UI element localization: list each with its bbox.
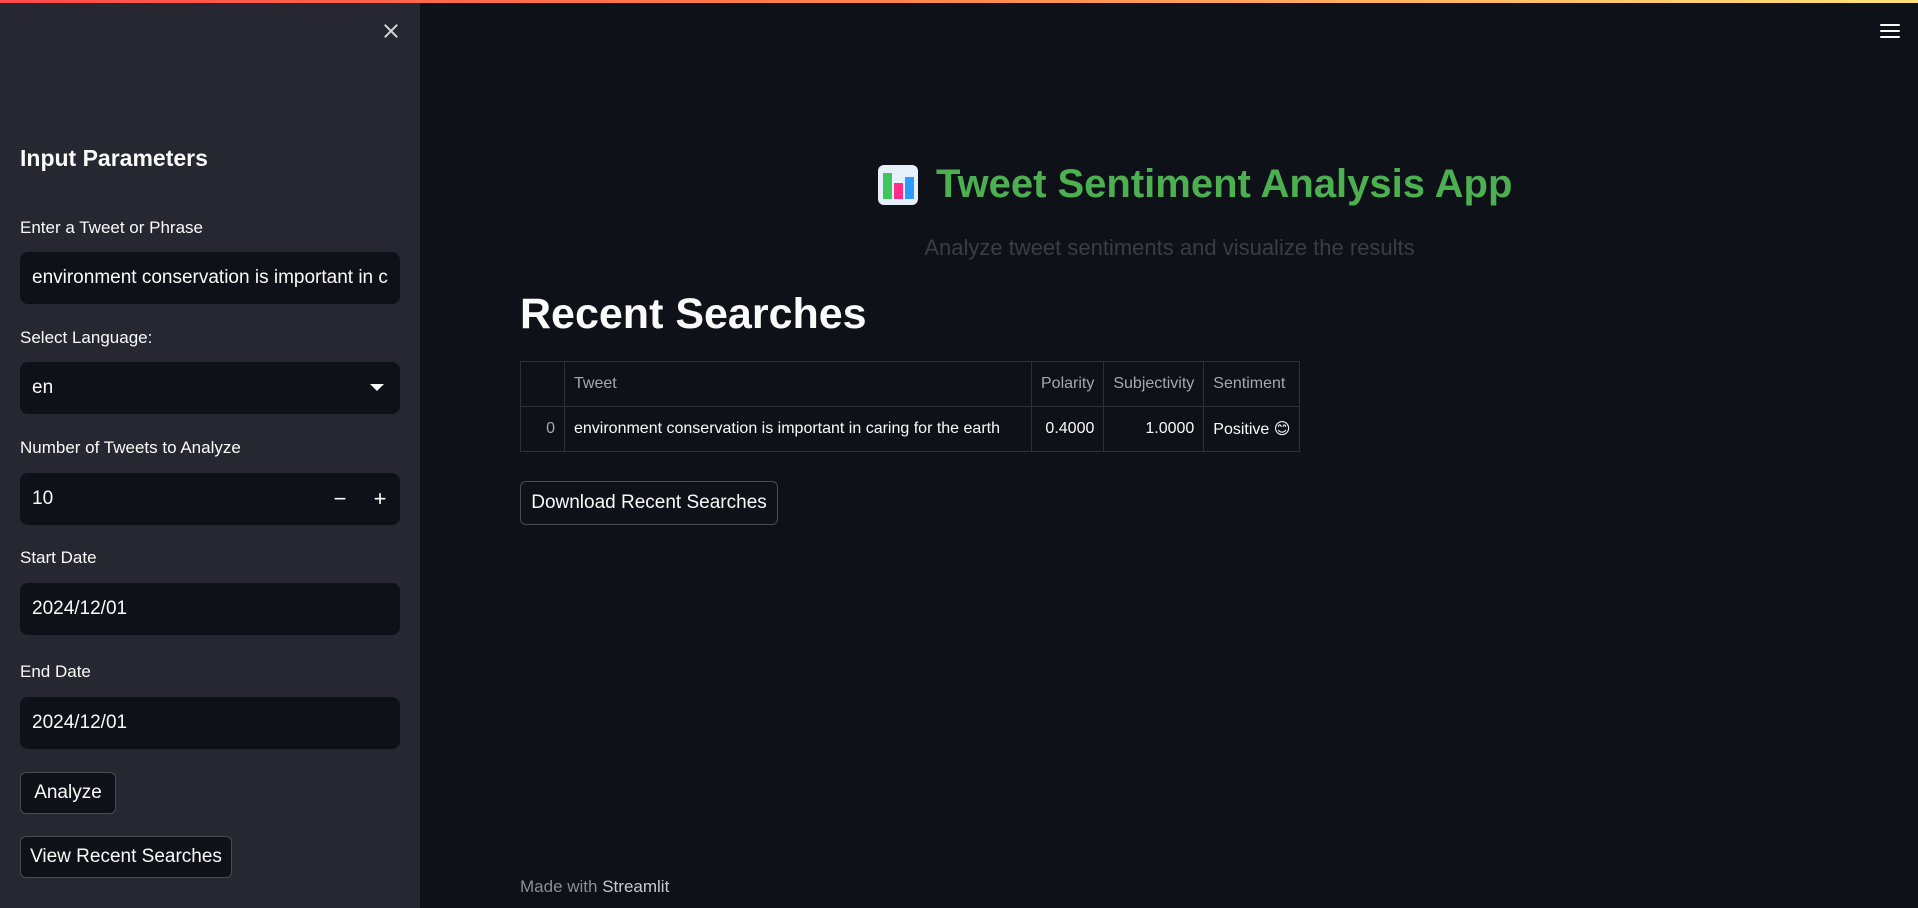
download-recent-searches-button[interactable]: Download Recent Searches [520,481,778,525]
end-date-input[interactable] [32,712,388,734]
table-header-row: Tweet Polarity Subjectivity Sentiment [520,361,1301,407]
subjectivity-cell[interactable]: 1.0000 [1103,406,1205,452]
tweet-cell[interactable]: environment conservation is important in… [564,406,1032,452]
column-header-index [520,361,565,407]
analyze-button[interactable]: Analyze [20,772,116,814]
close-icon[interactable] [380,20,402,42]
start-date-label: Start Date [20,548,97,567]
tweet-input[interactable] [32,267,388,289]
sentiment-cell[interactable]: Positive 😊 [1203,406,1301,452]
end-date-label: End Date [20,662,91,681]
footer-prefix: Made with [520,877,598,896]
tweet-label: Enter a Tweet or Phrase [20,218,204,237]
recent-searches-table: Tweet Polarity Subjectivity Sentiment 0 … [520,361,1301,452]
row-index: 0 [520,406,565,452]
num-tweets-stepper: − + [20,473,400,525]
hamburger-menu-icon[interactable] [1880,24,1900,40]
column-header-polarity[interactable]: Polarity [1030,361,1105,407]
sidebar-header: Input Parameters [20,145,208,171]
column-header-subjectivity[interactable]: Subjectivity [1103,361,1205,407]
language-selected-value: en [32,377,54,398]
view-recent-searches-button[interactable]: View Recent Searches [20,836,232,878]
num-tweets-label: Number of Tweets to Analyze [20,438,241,457]
streamlit-link[interactable]: Streamlit [602,877,669,896]
app-title: Tweet Sentiment Analysis App [936,162,1513,206]
num-tweets-input[interactable] [32,488,272,510]
language-label: Select Language: [20,328,153,347]
column-header-tweet[interactable]: Tweet [564,361,1032,407]
tweet-input-wrapper [20,252,400,304]
polarity-cell[interactable]: 0.4000 [1030,406,1105,452]
app-subtitle: Analyze tweet sentiments and visualize t… [924,235,1415,260]
language-select[interactable]: en [20,362,400,414]
app-title-row: Tweet Sentiment Analysis App [878,162,1512,207]
increment-button[interactable]: + [360,473,400,525]
chevron-down-icon [370,384,384,391]
recent-searches-heading: Recent Searches [520,290,867,338]
table-row: 0 environment conservation is important … [520,406,1301,452]
decrement-button[interactable]: − [320,473,360,525]
end-date-field [20,697,400,749]
start-date-input[interactable] [32,598,388,620]
column-header-sentiment[interactable]: Sentiment [1203,361,1301,407]
sidebar: Input Parameters Enter a Tweet or Phrase… [0,0,420,908]
start-date-field [20,583,400,635]
footer: Made with Streamlit [520,877,669,897]
bar-chart-icon [878,164,918,205]
top-decoration-bar [0,0,1918,3]
